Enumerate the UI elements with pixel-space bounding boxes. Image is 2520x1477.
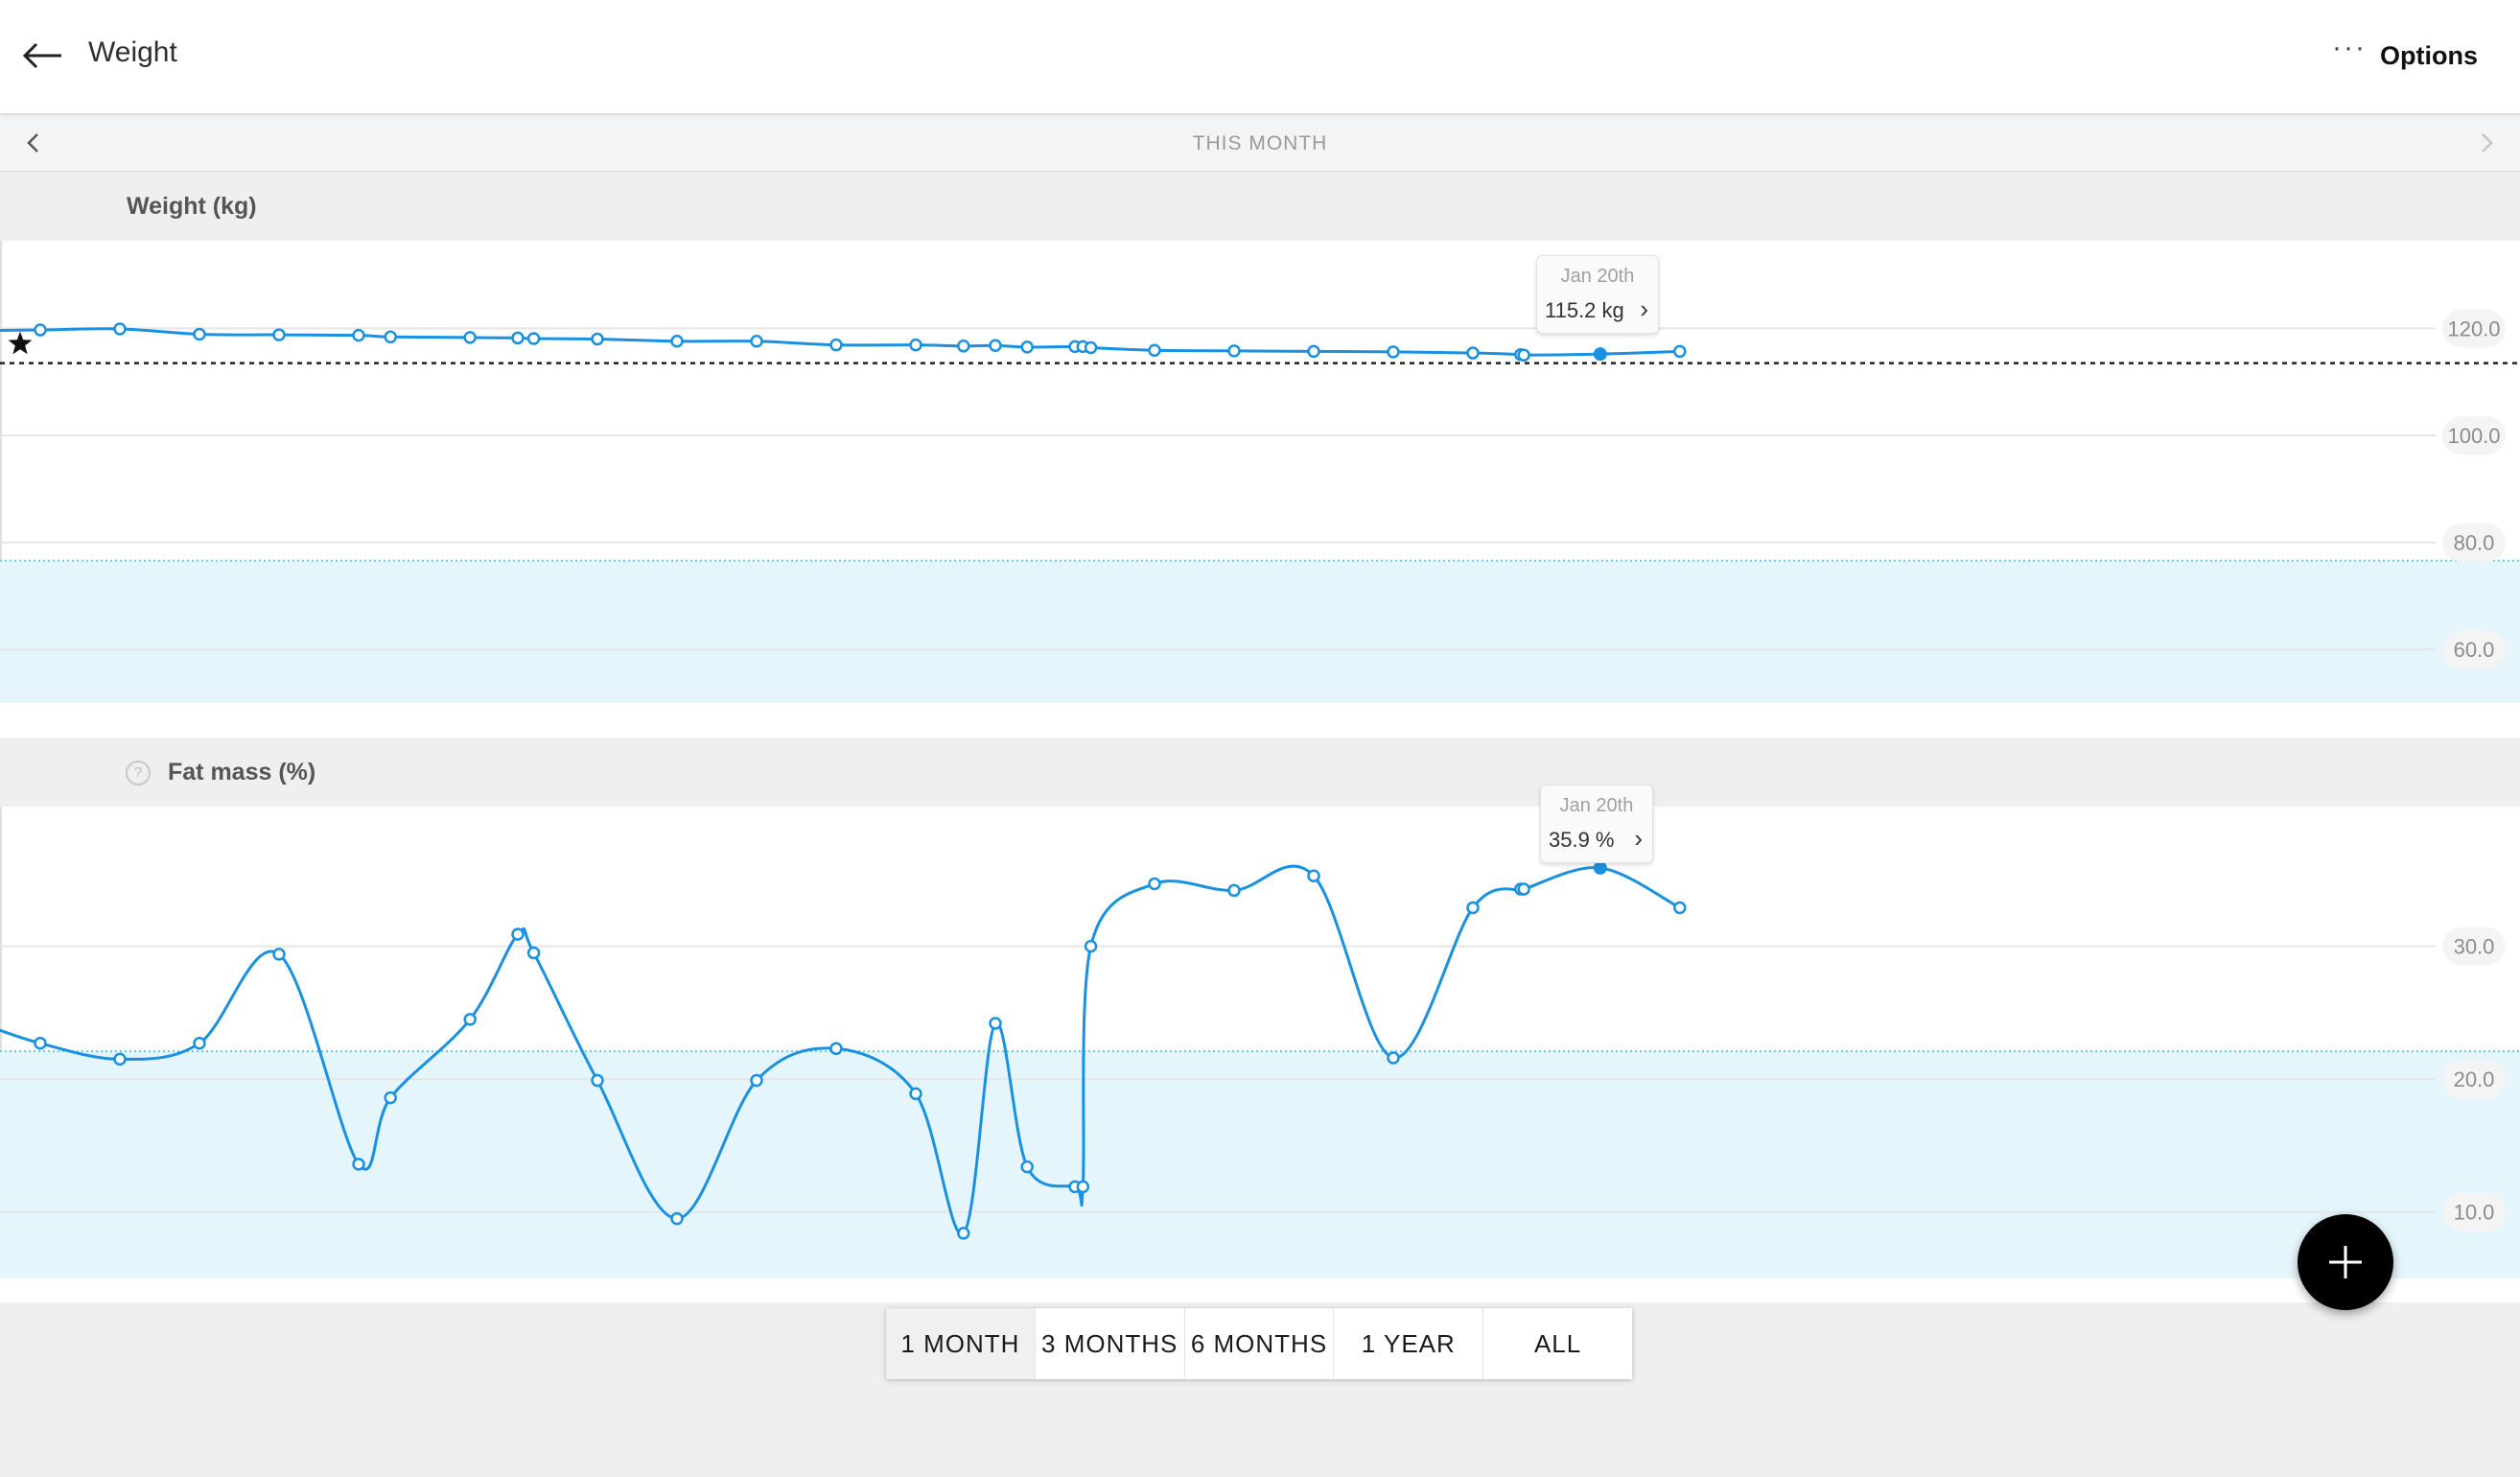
- weight-data-point: [526, 332, 541, 345]
- fat-data-point: [352, 1158, 365, 1171]
- plus-icon: [2329, 1246, 2362, 1278]
- fat-data-point: [957, 1227, 970, 1240]
- fat-data-point: [829, 1042, 843, 1056]
- fat-data-point: [591, 1073, 604, 1088]
- fat-tooltip[interactable]: Jan 20th 35.9 % ›: [1540, 785, 1653, 863]
- weight-data-point: [1673, 344, 1687, 359]
- range-tab-6-months[interactable]: 6 MONTHS: [1185, 1308, 1335, 1379]
- weight-tick-label: 60.0: [2454, 638, 2495, 662]
- fat-data-point: [34, 1037, 47, 1050]
- fat-data-point: [272, 948, 286, 961]
- fat-chart-title: Fat mass (%): [168, 759, 316, 785]
- weight-data-point: [1517, 348, 1530, 363]
- weight-data-point: [989, 339, 1002, 352]
- weight-data-point: [591, 332, 604, 346]
- fat-section-header: ? Fat mass (%): [0, 738, 2520, 807]
- time-range-tabs: 1 MONTH 3 MONTHS 6 MONTHS 1 YEAR ALL: [886, 1308, 1632, 1379]
- fat-data-point: [1020, 1160, 1034, 1174]
- weight-data-point: [670, 335, 684, 348]
- fat-data-point: [909, 1087, 922, 1101]
- weight-data-point: [384, 330, 397, 344]
- weight-tick-label: 120.0: [2447, 316, 2500, 340]
- star-icon: [8, 331, 33, 355]
- fat-data-point: [1673, 901, 1687, 915]
- weight-data-point: [1466, 346, 1480, 360]
- chevron-right-icon: ›: [1634, 824, 1643, 853]
- period-selector: THIS MONTH: [0, 115, 2520, 172]
- weight-data-point: [193, 327, 206, 341]
- range-tab-all[interactable]: ALL: [1483, 1308, 1632, 1379]
- more-horizontal-icon: ···: [2332, 32, 2367, 63]
- fat-tick-label: 20.0: [2454, 1067, 2495, 1091]
- fat-data-point: [1387, 1051, 1400, 1065]
- range-tab-1-month[interactable]: 1 MONTH: [886, 1308, 1036, 1379]
- weight-data-point: [1387, 345, 1400, 359]
- weight-data-point: [829, 338, 843, 352]
- page-title: Weight: [88, 36, 177, 68]
- fat-data-point: [193, 1037, 206, 1050]
- options-button[interactable]: ··· Options: [2332, 32, 2478, 77]
- weight-healthy-range-band: [0, 560, 2520, 703]
- weight-data-point: [1084, 340, 1098, 355]
- app-header: Weight ··· Options: [0, 0, 2520, 113]
- weight-data-point: [909, 338, 922, 352]
- range-tab-1-year[interactable]: 1 YEAR: [1334, 1308, 1484, 1379]
- arrow-left-icon: [22, 42, 61, 69]
- fat-tooltip-value: 35.9 %: [1549, 828, 1615, 852]
- chevron-right-icon: [2482, 133, 2493, 152]
- chevron-right-icon: ›: [1640, 294, 1648, 323]
- question-circle-icon[interactable]: ?: [126, 761, 151, 785]
- weight-tooltip[interactable]: Jan 20th 115.2 kg ›: [1536, 255, 1659, 334]
- add-measurement-button[interactable]: [2298, 1214, 2393, 1310]
- fat-data-point: [1076, 1180, 1090, 1194]
- weight-data-point: [750, 335, 763, 348]
- fat-data-point: [511, 927, 525, 941]
- weight-data-point: [352, 328, 365, 342]
- fat-data-point: [1307, 869, 1320, 882]
- weight-data-point: [511, 331, 525, 345]
- weight-data-point: [34, 323, 47, 337]
- weight-data-point: [463, 331, 477, 344]
- weight-data-point: [1227, 344, 1241, 358]
- options-label: Options: [2380, 40, 2478, 70]
- fat-mass-chart-plot: 30.0 20.0 10.0: [0, 807, 2520, 1278]
- fat-data-point: [384, 1090, 397, 1105]
- weight-data-point: [1148, 343, 1161, 358]
- weight-tick-label: 100.0: [2447, 424, 2500, 448]
- range-tab-3-months[interactable]: 3 MONTHS: [1036, 1308, 1185, 1379]
- weight-selected-point: [1593, 347, 1607, 362]
- weight-tick-label: 80.0: [2454, 531, 2495, 555]
- weight-tooltip-date: Jan 20th: [1560, 266, 1635, 287]
- fat-data-point: [989, 1017, 1002, 1030]
- fat-tick-label: 30.0: [2454, 935, 2495, 959]
- period-label: THIS MONTH: [1192, 132, 1328, 154]
- fat-data-point: [750, 1073, 763, 1088]
- next-period-button[interactable]: [2470, 127, 2503, 159]
- fat-data-point: [463, 1013, 477, 1026]
- fat-tooltip-date: Jan 20th: [1559, 795, 1634, 816]
- fat-data-point: [113, 1052, 127, 1067]
- fat-data-point: [1148, 877, 1161, 891]
- weight-data-point: [1020, 340, 1034, 354]
- weight-data-point: [272, 328, 286, 341]
- fat-data-point: [1517, 882, 1530, 896]
- weight-chart-plot: 120.0 100.0 80.0 60.0: [0, 241, 2520, 703]
- weight-section-header: Weight (kg): [0, 172, 2520, 241]
- weight-chart[interactable]: 120.0 100.0 80.0 60.0 Jan 20th 115.2 kg ›: [0, 241, 2520, 738]
- fat-tick-label: 10.0: [2454, 1201, 2495, 1225]
- fat-data-point: [1084, 939, 1098, 953]
- fat-data-point: [526, 946, 541, 960]
- fat-data-point: [1466, 901, 1480, 915]
- weight-tooltip-value: 115.2 kg: [1545, 298, 1624, 322]
- weight-data-point: [957, 340, 970, 353]
- weight-data-point: [113, 322, 127, 336]
- back-button[interactable]: [19, 35, 69, 77]
- fat-healthy-range-band: [0, 1051, 2520, 1278]
- weight-chart-title: Weight (kg): [127, 193, 257, 220]
- fat-data-point: [670, 1211, 684, 1226]
- fat-data-point: [1227, 883, 1241, 898]
- fat-mass-chart[interactable]: 30.0 20.0 10.0 Jan 20th 35.9 % ›: [0, 785, 2520, 1302]
- weight-data-point: [1307, 344, 1320, 359]
